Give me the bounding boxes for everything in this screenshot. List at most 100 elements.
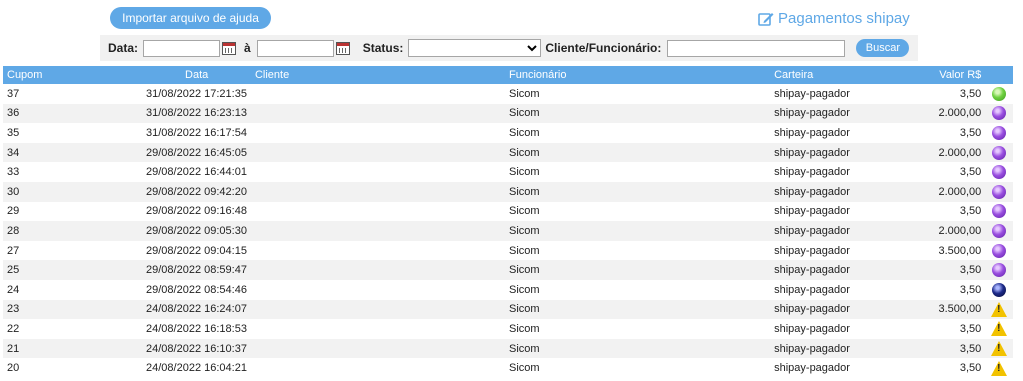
valor-cell: 3,50: [903, 338, 986, 359]
header-status: [985, 66, 1013, 84]
shipay-payments-link[interactable]: Pagamentos shipay: [758, 9, 910, 29]
warning-icon: [991, 360, 1008, 376]
search-button[interactable]: Buscar: [856, 39, 910, 57]
carteira-cell: shipay-pagador: [770, 123, 904, 143]
header-cliente[interactable]: Cliente: [250, 66, 506, 84]
funcionario-cell: Sicom: [505, 201, 771, 222]
table-row[interactable]: 30 29/08/2022 09:42:20 Sicom shipay-pagador…: [3, 181, 1013, 202]
header-carteira[interactable]: Carteira: [770, 66, 904, 84]
funcionario-cell: Sicom: [505, 181, 771, 202]
table-row[interactable]: 29 29/08/2022 09:16:48 Sicom shipay-pagador…: [3, 201, 1013, 222]
table-row[interactable]: 34 29/08/2022 16:45:05 Sicom shipay-pagador…: [3, 142, 1013, 163]
table-row[interactable]: 21 24/08/2022 16:10:37 Sicom shipay-pagador…: [3, 338, 1013, 359]
cupom-cell: 28: [3, 221, 59, 241]
header-cupom[interactable]: Cupom: [3, 66, 59, 84]
status-cell: [985, 358, 1013, 378]
calendar-icon[interactable]: [335, 41, 350, 55]
cliente-cell: [250, 279, 506, 300]
valor-cell: 2.000,00: [903, 142, 986, 163]
table-row[interactable]: 25 29/08/2022 08:59:47 Sicom shipay-pagador…: [3, 260, 1013, 280]
table-row[interactable]: 36 31/08/2022 16:23:13 Sicom shipay-pagador…: [3, 103, 1013, 124]
status-purple-icon: [992, 263, 1007, 278]
status-navy-icon: [992, 282, 1007, 297]
cliente-cell: [250, 221, 506, 241]
client-employee-input[interactable]: [667, 39, 846, 57]
valor-cell: 3,50: [903, 260, 986, 280]
cupom-cell: 22: [3, 319, 59, 339]
header-funcionario[interactable]: Funcionário: [505, 66, 771, 84]
table-row[interactable]: 33 29/08/2022 16:44:01 Sicom shipay-pagador…: [3, 162, 1013, 182]
cupom-cell: 29: [3, 201, 59, 222]
table-row[interactable]: 37 31/08/2022 17:21:35 Sicom shipay-pagador…: [3, 84, 1013, 104]
data-cell: 29/08/2022 16:45:05: [58, 142, 251, 163]
edit-icon: [758, 11, 774, 27]
cupom-cell: 20: [3, 358, 59, 378]
status-green-icon: [992, 86, 1007, 101]
table-row[interactable]: 27 29/08/2022 09:04:15 Sicom shipay-pagador…: [3, 240, 1013, 261]
valor-cell: 3,50: [903, 358, 986, 378]
date-range-separator: à: [244, 41, 251, 55]
status-cell: [985, 181, 1013, 202]
carteira-cell: shipay-pagador: [770, 84, 904, 104]
table-row[interactable]: 23 24/08/2022 16:24:07 Sicom shipay-pagador…: [3, 299, 1013, 320]
status-purple-icon: [992, 223, 1007, 238]
cliente-cell: [250, 123, 506, 143]
valor-cell: 3.500,00: [903, 240, 986, 261]
date-label: Data:: [108, 41, 139, 55]
cliente-cell: [250, 319, 506, 339]
status-label: Status:: [362, 41, 404, 55]
header-data[interactable]: Data: [58, 66, 251, 84]
cliente-cell: [250, 240, 506, 261]
date-to-input[interactable]: [256, 39, 334, 57]
valor-cell: 3,50: [903, 201, 986, 222]
funcionario-cell: Sicom: [505, 319, 771, 339]
carteira-cell: shipay-pagador: [770, 201, 904, 222]
data-cell: 29/08/2022 09:04:15: [58, 240, 251, 261]
funcionario-cell: Sicom: [505, 142, 771, 163]
calendar-icon[interactable]: [222, 41, 237, 55]
filter-bar: Data: à Status: Cliente/Funcionário: Bus…: [100, 35, 918, 61]
cupom-cell: 24: [3, 279, 59, 300]
cupom-cell: 30: [3, 181, 59, 202]
header-valor[interactable]: Valor R$: [903, 66, 986, 84]
status-purple-icon: [992, 145, 1007, 160]
table-row[interactable]: 35 31/08/2022 16:17:54 Sicom shipay-pagador…: [3, 123, 1013, 143]
cliente-cell: [250, 103, 506, 124]
status-cell: [985, 240, 1013, 261]
table-row[interactable]: 20 24/08/2022 16:04:21 Sicom shipay-pagador…: [3, 358, 1013, 378]
data-cell: 29/08/2022 09:42:20: [58, 181, 251, 202]
status-purple-icon: [992, 204, 1007, 219]
funcionario-cell: Sicom: [505, 260, 771, 280]
funcionario-cell: Sicom: [505, 221, 771, 241]
import-help-file-button[interactable]: Importar arquivo de ajuda: [110, 7, 271, 29]
status-cell: [985, 103, 1013, 124]
data-cell: 31/08/2022 16:17:54: [58, 123, 251, 143]
cupom-cell: 33: [3, 162, 59, 182]
cliente-cell: [250, 260, 506, 280]
status-cell: [985, 279, 1013, 300]
data-cell: 29/08/2022 08:59:47: [58, 260, 251, 280]
cupom-cell: 34: [3, 142, 59, 163]
status-cell: [985, 84, 1013, 104]
carteira-cell: shipay-pagador: [770, 319, 904, 339]
valor-cell: 3,50: [903, 84, 986, 104]
valor-cell: 2.000,00: [903, 221, 986, 241]
table-row[interactable]: 28 29/08/2022 09:05:30 Sicom shipay-pagador…: [3, 221, 1013, 241]
cupom-cell: 37: [3, 84, 59, 104]
cliente-cell: [250, 84, 506, 104]
cliente-cell: [250, 299, 506, 320]
funcionario-cell: Sicom: [505, 338, 771, 359]
cupom-cell: 35: [3, 123, 59, 143]
date-from-input[interactable]: [143, 39, 221, 57]
status-cell: [985, 201, 1013, 222]
status-purple-icon: [992, 184, 1007, 199]
data-cell: 29/08/2022 08:54:46: [58, 279, 251, 300]
cliente-cell: [250, 201, 506, 222]
valor-cell: 3,50: [903, 279, 986, 300]
cupom-cell: 27: [3, 240, 59, 261]
status-select[interactable]: [408, 39, 542, 57]
data-cell: 24/08/2022 16:10:37: [58, 338, 251, 359]
valor-cell: 3.500,00: [903, 299, 986, 320]
table-row[interactable]: 24 29/08/2022 08:54:46 Sicom shipay-pagador…: [3, 279, 1013, 300]
table-row[interactable]: 22 24/08/2022 16:18:53 Sicom shipay-pagador…: [3, 319, 1013, 339]
